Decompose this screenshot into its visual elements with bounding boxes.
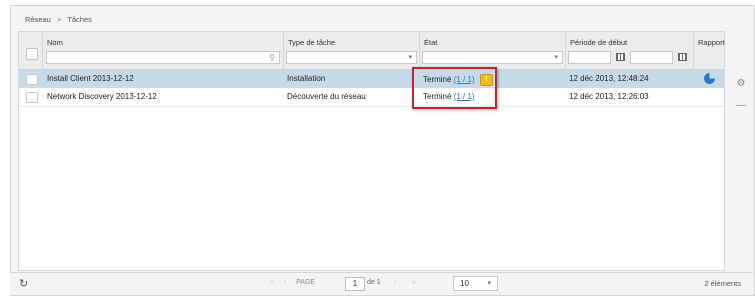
column-separator: [565, 32, 566, 69]
prev-page-icon[interactable]: ‹: [284, 279, 286, 286]
select-all-checkbox[interactable]: [26, 48, 38, 60]
task-type-filter-select[interactable]: ▾: [286, 51, 417, 64]
state-highlight-box: [412, 67, 497, 109]
table-header: Nom ⚲ Type de tâche ▾ État ▾ Période de …: [19, 32, 725, 70]
breadcrumb-root[interactable]: Réseau: [25, 15, 51, 24]
breadcrumb-current: Tâches: [67, 15, 92, 24]
pager-prev: « ‹ PAGE: [270, 279, 315, 286]
item-count: 2 éléments: [704, 279, 741, 288]
column-header-task-type[interactable]: Type de tâche: [288, 38, 335, 47]
refresh-icon[interactable]: ↻: [19, 277, 28, 290]
task-type: Découverte du réseau: [287, 92, 366, 101]
column-separator: [42, 32, 43, 69]
breadcrumb-separator: >: [56, 15, 62, 24]
table-row[interactable]: Network Discovery 2013-12-12 Découverte …: [19, 88, 724, 107]
table-row[interactable]: Install Client 2013-12-12 Installation T…: [19, 70, 724, 88]
collapse-icon[interactable]: —: [733, 98, 749, 114]
calendar-icon[interactable]: [678, 53, 687, 61]
task-type: Installation: [287, 74, 326, 83]
items-per-page-select[interactable]: 10 ▾: [453, 276, 498, 291]
task-name: Install Client 2013-12-12: [47, 74, 134, 83]
name-filter-input[interactable]: ⚲: [46, 51, 280, 64]
column-header-state[interactable]: État: [424, 38, 437, 47]
column-separator: [693, 32, 694, 69]
breadcrumb: Réseau > Tâches: [25, 15, 92, 24]
chevron-down-icon: ▾: [408, 54, 412, 61]
first-page-icon[interactable]: «: [270, 279, 274, 286]
tasks-table: Nom ⚲ Type de tâche ▾ État ▾ Période de …: [18, 31, 725, 271]
column-header-name[interactable]: Nom: [47, 38, 63, 47]
column-separator: [283, 32, 284, 69]
next-page-icon[interactable]: ›: [394, 279, 396, 286]
task-name: Network Discovery 2013-12-12: [47, 92, 157, 101]
settings-icon[interactable]: ⚙: [733, 76, 749, 92]
report-chart-icon[interactable]: [704, 73, 715, 84]
search-icon: ⚲: [269, 53, 275, 62]
column-header-report[interactable]: Rapport: [698, 38, 725, 47]
table-footer: ↻ « ‹ PAGE 1 de 1 › » 10 ▾ 2 éléments: [10, 272, 753, 295]
column-separator: [419, 32, 420, 69]
per-page-value: 10: [460, 279, 469, 288]
start-date-from-input[interactable]: [568, 51, 611, 64]
page-label: PAGE: [296, 279, 316, 286]
start-date-to-input[interactable]: [630, 51, 673, 64]
row-checkbox[interactable]: [26, 74, 38, 85]
column-header-start-period[interactable]: Période de début: [570, 38, 627, 47]
page-total: de 1: [367, 279, 381, 286]
chevron-down-icon: ▾: [487, 280, 491, 287]
state-filter-select[interactable]: ▾: [422, 51, 563, 64]
last-page-icon[interactable]: »: [412, 279, 416, 286]
chevron-down-icon: ▾: [554, 54, 558, 61]
page-input[interactable]: 1: [345, 277, 365, 291]
calendar-icon[interactable]: [616, 53, 625, 61]
task-start-date: 12 déc 2013, 12:48:24: [569, 74, 649, 83]
task-start-date: 12 déc 2013, 12:26:03: [569, 92, 649, 101]
row-checkbox[interactable]: [26, 92, 38, 103]
